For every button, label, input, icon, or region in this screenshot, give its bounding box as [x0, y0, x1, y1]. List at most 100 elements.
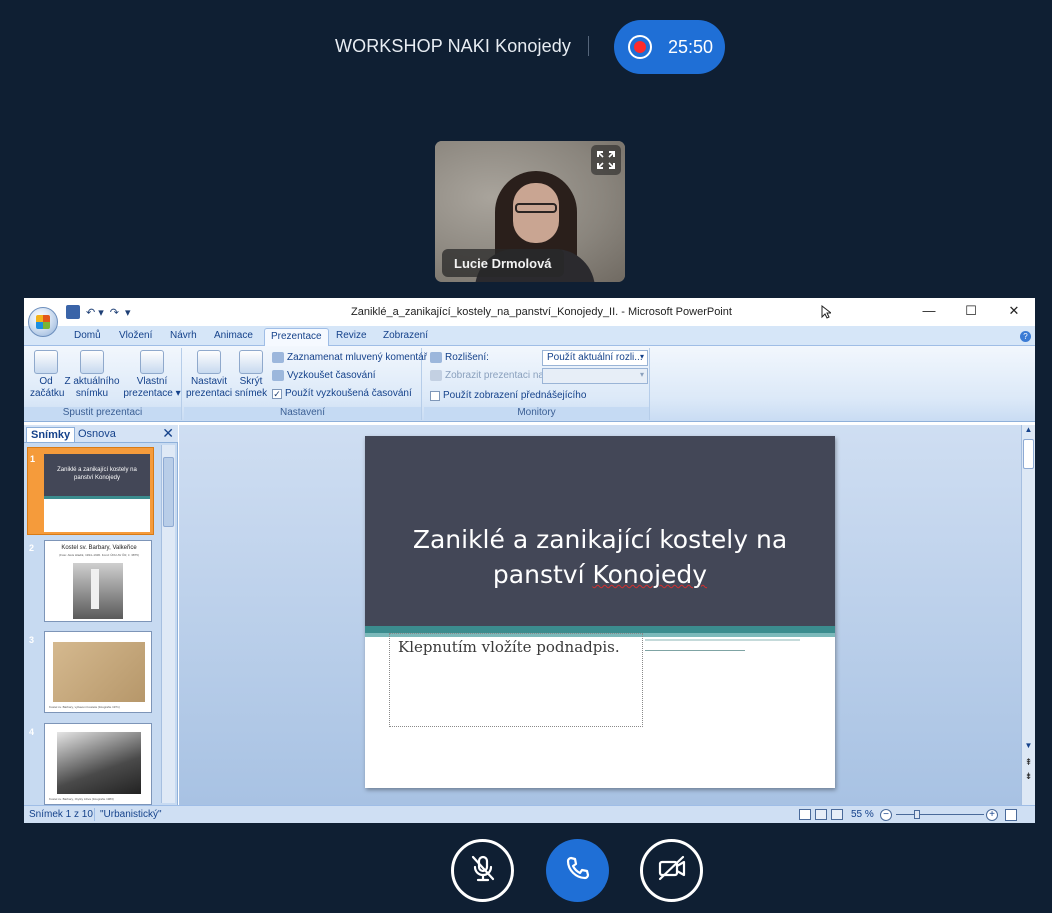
recording-timer: 25:50 — [668, 36, 714, 57]
scroll-up-icon[interactable]: ▲ — [1023, 425, 1034, 437]
shared-screen-powerpoint: ↶ ▾ ↷ ▾ Zaniklé_a_zanikající_kostely_na_… — [24, 298, 1035, 823]
record-narration-button[interactable]: Zaznamenat mluvený komentář — [272, 352, 427, 363]
slide-number: 2 — [29, 543, 35, 553]
undo-icon[interactable]: ↶ ▾ — [86, 306, 104, 319]
tab-home[interactable]: Domů — [74, 330, 101, 341]
tab-insert[interactable]: Vložení — [119, 330, 152, 341]
slide-title-line-2b: Konojedy — [592, 560, 708, 589]
from-current-button[interactable]: Z aktuálního snímku — [64, 350, 120, 400]
thumb-4-caption: Kostel sv. Barbary, zbytky zdiva (fotogr… — [49, 797, 114, 801]
setup-show-label-1: Nastavit — [190, 376, 228, 387]
tab-animations[interactable]: Animace — [214, 330, 253, 341]
thumb-3-photo — [53, 642, 145, 702]
subtitle-placeholder[interactable]: Klepnutím vložíte podnadpis. — [389, 633, 643, 727]
slide-thumb-4[interactable]: Kostel sv. Barbary, zbytky zdiva (fotogr… — [44, 723, 152, 805]
slide-sorter-icon[interactable] — [815, 809, 827, 820]
hang-up-button[interactable] — [546, 839, 609, 902]
presenter-view-check[interactable] — [430, 390, 440, 401]
ribbon: Od začátku Z aktuálního snímku Vlastní p… — [24, 346, 1035, 422]
panel-scrollbar[interactable] — [161, 445, 175, 803]
zoom-slider-handle[interactable] — [914, 810, 920, 819]
thumb-3-caption: Kostel sv. Barbary, vybavení kostela (fo… — [49, 705, 120, 709]
chevron-down-icon: ▾ — [639, 352, 644, 361]
theme-name: "Urbanistický" — [100, 809, 162, 820]
phone-icon — [565, 855, 591, 886]
hide-slide-label-1: Skrýt — [239, 376, 263, 387]
presenter-view-label: Použít zobrazení přednášejícího — [443, 390, 587, 401]
next-slide-icon[interactable]: ⇟ — [1023, 771, 1034, 781]
show-on-select[interactable]: ▾ — [542, 368, 648, 384]
save-icon[interactable] — [66, 305, 80, 319]
maximize-icon[interactable]: ☐ — [961, 303, 981, 319]
help-icon[interactable]: ? — [1020, 331, 1031, 342]
setup-show-label-2: prezentaci — [186, 388, 233, 399]
expand-icon[interactable] — [591, 145, 621, 175]
redo-icon[interactable]: ↷ — [110, 306, 119, 319]
resolution-icon — [430, 352, 442, 363]
resolution-select[interactable]: Použít aktuální rozli... ▾ — [542, 350, 648, 366]
use-timings-label: Použít vyzkoušená časování — [285, 388, 412, 399]
tab-outline[interactable]: Osnova — [74, 427, 120, 441]
status-bar: Snímek 1 z 10 "Urbanistický" 55 % − + — [24, 805, 1035, 823]
zoom-level[interactable]: 55 % — [851, 809, 874, 820]
resolution-label: Rozlišení: — [445, 352, 489, 363]
custom-show-label-1: Vlastní — [136, 376, 168, 387]
custom-show-button[interactable]: Vlastní prezentace ▾ — [122, 350, 182, 400]
show-on-row: Zobrazit prezentaci na: — [430, 370, 547, 381]
scroll-down-icon[interactable]: ▼ — [1023, 741, 1034, 750]
slide-title[interactable]: Zaniklé a zanikající kostely na panství … — [375, 522, 825, 592]
use-timings-checkbox[interactable]: ✓ Použít vyzkoušená časování — [272, 388, 412, 399]
mute-microphone-button[interactable] — [451, 839, 514, 902]
previous-slide-icon[interactable]: ⇞ — [1023, 757, 1034, 767]
toggle-camera-button[interactable] — [640, 839, 703, 902]
close-icon[interactable]: ✕ — [1004, 303, 1024, 319]
slideshow-view-icon[interactable] — [831, 809, 843, 820]
zoom-in-icon[interactable]: + — [986, 809, 998, 821]
normal-view-icon[interactable] — [799, 809, 811, 820]
zoom-slider[interactable] — [896, 814, 984, 815]
group-monitors: Rozlišení: Použít aktuální rozli... ▾ Zo… — [424, 348, 650, 420]
custom-show-icon — [140, 350, 164, 374]
use-timings-check[interactable]: ✓ — [272, 388, 282, 399]
rehearse-timings-icon — [272, 370, 284, 381]
fit-to-window-icon[interactable] — [1005, 809, 1017, 821]
slide-scroll-thumb[interactable] — [1023, 439, 1034, 469]
minimize-icon[interactable]: — — [919, 303, 939, 318]
quick-access-toolbar: ↶ ▾ ↷ ▾ — [66, 303, 131, 321]
from-current-label-2: snímku — [75, 388, 109, 399]
rehearse-timings-label: Vyzkoušet časování — [287, 370, 376, 381]
participant-name-label: Lucie Drmolová — [442, 249, 564, 277]
tab-review[interactable]: Revize — [336, 330, 367, 341]
slide-number: 3 — [29, 635, 35, 645]
hide-slide-button[interactable]: Skrýt snímek — [234, 350, 268, 400]
record-narration-icon — [272, 352, 284, 363]
office-button[interactable] — [28, 307, 58, 337]
presenter-view-checkbox[interactable]: Použít zobrazení přednášejícího — [430, 390, 586, 401]
slide-canvas[interactable]: Zaniklé a zanikající kostely na panství … — [365, 436, 835, 788]
tab-slides[interactable]: Snímky — [26, 427, 76, 442]
recording-indicator[interactable]: 25:50 — [614, 20, 725, 74]
tab-view[interactable]: Zobrazení — [383, 330, 428, 341]
customize-qat-icon[interactable]: ▾ — [125, 306, 131, 319]
from-beginning-button[interactable]: Od začátku — [30, 350, 64, 400]
slideshow-start-icon — [34, 350, 58, 374]
tab-design[interactable]: Návrh — [170, 330, 197, 341]
resolution-value: Použít aktuální rozli... — [547, 352, 643, 363]
video-person-glasses — [515, 203, 557, 213]
panel-scroll-thumb[interactable] — [163, 457, 174, 527]
slide-scrollbar[interactable]: ▲ ▼ ⇞ ⇟ — [1021, 425, 1035, 805]
zoom-out-icon[interactable]: − — [880, 809, 892, 821]
video-person-face — [513, 183, 559, 243]
close-panel-icon[interactable]: ✕ — [162, 425, 174, 442]
slide-thumb-2[interactable]: Kostel sv. Barbary, Valkeřice (Foto: Alo… — [44, 540, 152, 622]
thumb-2-tower — [91, 569, 99, 609]
setup-show-button[interactable]: Nastavit prezentaci — [186, 350, 232, 400]
slide-thumb-3[interactable]: Kostel sv. Barbary, vybavení kostela (fo… — [44, 631, 152, 713]
slide-title-line-2a: panství — [492, 560, 593, 589]
tab-slideshow[interactable]: Prezentace — [264, 328, 329, 347]
thumb-2-title: Kostel sv. Barbary, Valkeřice — [61, 545, 137, 551]
slide-thumb-1[interactable]: 1 Zaniklé a zanikající kostely na panstv… — [27, 447, 154, 535]
chevron-down-icon: ▾ — [639, 370, 644, 379]
participant-video-tile[interactable]: Lucie Drmolová — [435, 141, 625, 282]
rehearse-timings-button[interactable]: Vyzkoušet časování — [272, 370, 376, 381]
